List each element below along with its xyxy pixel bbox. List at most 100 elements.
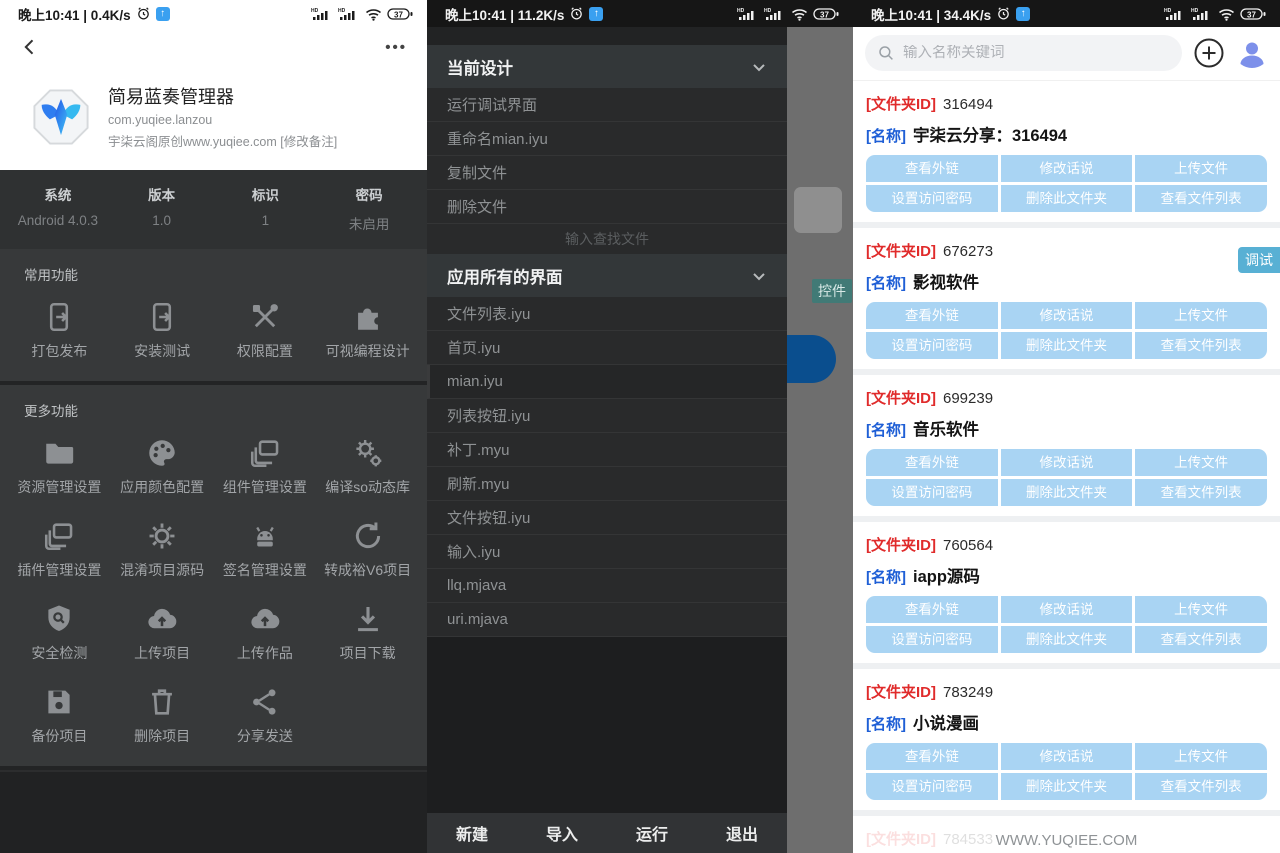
folder-action-button[interactable]: 上传文件 [1135, 302, 1267, 329]
function-item[interactable]: 上传作品 [214, 592, 317, 669]
upload-badge-icon: ↑ [589, 7, 603, 21]
folder-action-button[interactable]: 设置访问密码 [866, 185, 998, 212]
drawer-list-item[interactable]: uri.mjava [427, 603, 787, 637]
debug-float-tag[interactable]: 调试 [1238, 247, 1280, 273]
folder-action-button[interactable]: 设置访问密码 [866, 479, 998, 506]
function-item[interactable]: 签名管理设置 [214, 509, 317, 586]
drawer-bottom-action[interactable]: 导入 [517, 821, 607, 845]
svg-text:37: 37 [1247, 10, 1256, 19]
folder-actions: 查看外链修改话说上传文件设置访问密码删除此文件夹查看文件列表 [866, 596, 1267, 653]
folder-name-value: 宇柒云分享：316494 [913, 122, 1067, 146]
drawer-bottom-action[interactable]: 新建 [427, 821, 517, 845]
status-time-speed: 晚上10:41 | 34.4K/s [871, 4, 991, 24]
drawer-list-item[interactable]: 删除文件 [427, 190, 787, 224]
folder-action-button[interactable]: 查看外链 [866, 596, 998, 623]
drawer-list-item[interactable]: 刷新.myu [427, 467, 787, 501]
function-item[interactable]: 混淆项目源码 [111, 509, 214, 586]
folder-id-value: 699239 [943, 390, 993, 407]
folder-actions: 查看外链修改话说上传文件设置访问密码删除此文件夹查看文件列表 [866, 449, 1267, 506]
function-item[interactable]: 权限配置 [214, 290, 317, 367]
drawer-list-item[interactable]: 补丁.myu [427, 433, 787, 467]
drawer-item-label: 复制文件 [447, 162, 507, 183]
drawer-list-item[interactable]: 运行调试界面 [427, 88, 787, 122]
folder-action-button[interactable]: 修改话说 [1001, 449, 1133, 476]
function-item[interactable]: 打包发布 [8, 290, 111, 367]
folder-action-button[interactable]: 修改话说 [1001, 743, 1133, 770]
function-item-label: 编译so动态库 [325, 477, 410, 497]
folder-action-button[interactable]: 上传文件 [1135, 596, 1267, 623]
back-icon[interactable] [20, 37, 40, 57]
search-box[interactable] [865, 35, 1182, 71]
folder-action-button[interactable]: 查看文件列表 [1135, 773, 1267, 800]
drawer-item-label: 补丁.myu [447, 439, 510, 460]
search-input[interactable] [903, 45, 1170, 61]
function-item[interactable]: 安装测试 [111, 290, 214, 367]
folder-action-button[interactable]: 设置访问密码 [866, 626, 998, 653]
function-item[interactable]: 应用颜色配置 [111, 426, 214, 503]
folder-id-label: [文件夹ID] [866, 387, 936, 408]
folder-name-label: [名称] [866, 125, 906, 146]
avatar[interactable] [1236, 37, 1268, 69]
folder-action-button[interactable]: 查看文件列表 [1135, 185, 1267, 212]
group-header-current-design[interactable]: 当前设计 [427, 45, 787, 88]
drawer-list-item[interactable]: 输入.iyu [427, 535, 787, 569]
control-float-tag[interactable]: 控件 [812, 279, 852, 303]
drawer-list-item[interactable]: 列表按钮.iyu [427, 399, 787, 433]
function-item[interactable]: 插件管理设置 [8, 509, 111, 586]
function-item[interactable]: 转成裕V6项目 [316, 509, 419, 586]
folder-action-button[interactable]: 查看文件列表 [1135, 626, 1267, 653]
function-item[interactable]: 备份项目 [8, 675, 111, 752]
folder-action-button[interactable]: 查看外链 [866, 302, 998, 329]
folder-action-button[interactable]: 删除此文件夹 [1001, 185, 1133, 212]
drawer-list-item[interactable]: 重命名mian.iyu [427, 122, 787, 156]
drawer-bottom-action[interactable]: 运行 [607, 821, 697, 845]
function-grid: 打包发布 安装测试 权限配置 可视编程设计 [8, 290, 419, 367]
function-item[interactable]: 资源管理设置 [8, 426, 111, 503]
folder-action-button[interactable]: 设置访问密码 [866, 773, 998, 800]
drawer-list-item[interactable]: 复制文件 [427, 156, 787, 190]
function-item[interactable]: 安全检测 [8, 592, 111, 669]
drawer-list-item[interactable]: llq.mjava [427, 569, 787, 603]
drawer-list-item[interactable]: 文件按钮.iyu [427, 501, 787, 535]
function-item[interactable]: 项目下载 [316, 592, 419, 669]
folder-action-button[interactable]: 上传文件 [1135, 449, 1267, 476]
function-item-label: 签名管理设置 [223, 560, 307, 580]
folder-action-button[interactable]: 查看外链 [866, 743, 998, 770]
folder-name-row: [名称] iapp源码 [866, 559, 1267, 591]
folder-action-button[interactable]: 上传文件 [1135, 155, 1267, 182]
group-header-all-interfaces[interactable]: 应用所有的界面 [427, 254, 787, 297]
folder-name-value: iapp源码 [913, 563, 980, 587]
folder-action-button[interactable]: 查看文件列表 [1135, 332, 1267, 359]
function-item[interactable]: 删除项目 [111, 675, 214, 752]
drawer-item-label: 文件列表.iyu [447, 303, 530, 324]
folder-action-button[interactable]: 修改话说 [1001, 302, 1133, 329]
folder-action-button[interactable]: 上传文件 [1135, 743, 1267, 770]
function-item[interactable]: 组件管理设置 [214, 426, 317, 503]
function-section: 更多功能 资源管理设置 应用颜色配置 组件管理设置 编译so动态库 插件管理设置… [0, 385, 427, 770]
function-item[interactable]: 上传项目 [111, 592, 214, 669]
folder-action-button[interactable]: 查看外链 [866, 449, 998, 476]
blue-fab-button[interactable] [787, 335, 836, 383]
folder-action-button[interactable]: 修改话说 [1001, 596, 1133, 623]
function-item-label: 安装测试 [134, 341, 190, 361]
drawer-list-item[interactable]: 首页.iyu [427, 331, 787, 365]
folder-action-button[interactable]: 查看外链 [866, 155, 998, 182]
folder-action-button[interactable]: 查看文件列表 [1135, 479, 1267, 506]
drawer-bottom-action[interactable]: 退出 [697, 821, 787, 845]
folder-action-button[interactable]: 删除此文件夹 [1001, 332, 1133, 359]
folder-action-button[interactable]: 设置访问密码 [866, 332, 998, 359]
folder-action-button[interactable]: 修改话说 [1001, 155, 1133, 182]
folder-action-button[interactable]: 删除此文件夹 [1001, 626, 1133, 653]
drawer-item-label: 运行调试界面 [447, 94, 537, 115]
drawer-list-item[interactable]: mian.iyu [427, 365, 787, 399]
find-file-hint[interactable]: 输入查找文件 [427, 224, 787, 254]
add-folder-button[interactable] [1193, 37, 1225, 69]
function-item[interactable]: 可视编程设计 [316, 290, 419, 367]
function-item[interactable]: 分享发送 [214, 675, 317, 752]
folder-action-button[interactable]: 删除此文件夹 [1001, 773, 1133, 800]
folder-name-label: [名称] [866, 272, 906, 293]
folder-action-button[interactable]: 删除此文件夹 [1001, 479, 1133, 506]
function-item[interactable]: 编译so动态库 [316, 426, 419, 503]
drawer-list-item[interactable]: 文件列表.iyu [427, 297, 787, 331]
more-menu-icon[interactable]: ••• [385, 39, 407, 56]
